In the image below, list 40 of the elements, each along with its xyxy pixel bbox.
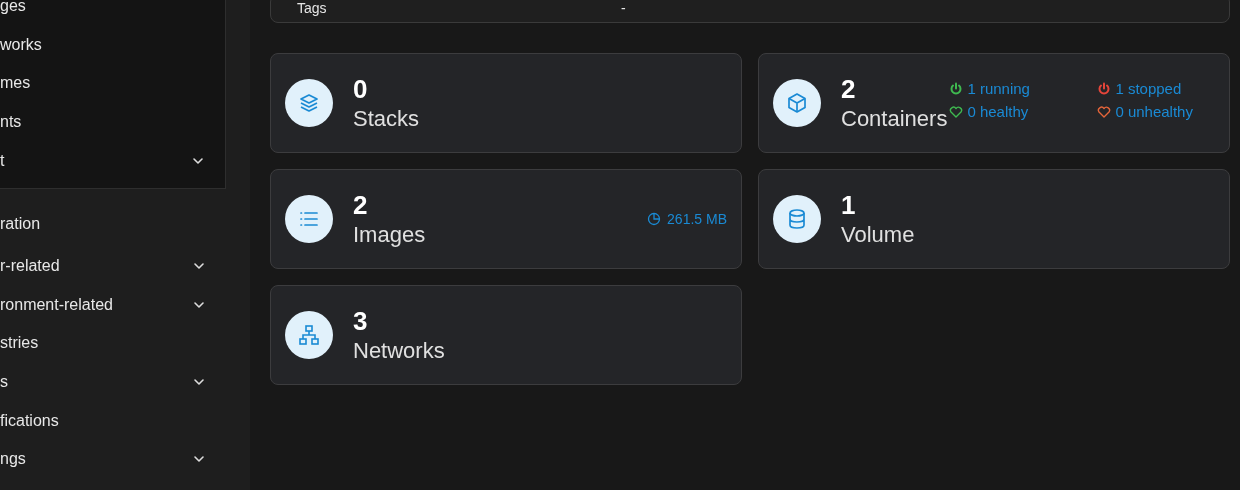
sidebar-item[interactable]: ngs [0,439,250,479]
resource-tile[interactable]: 3 Networks [270,285,742,385]
resource-tile[interactable]: 2 Containers 1 running 1 stopped 0 healthy 0 unhealthy [758,53,1230,153]
tile-label: Images [353,221,426,249]
sidebar-item[interactable]: r-related [0,246,250,286]
layers-icon [285,79,333,127]
database-icon [773,195,821,243]
sidebar-item[interactable]: fications [0,401,250,440]
sidebar-item[interactable]: stries [0,324,250,363]
tile-count: 0 [353,73,369,105]
sidebar-item[interactable]: s [0,362,250,402]
sidebar-item[interactable]: ges [0,0,225,26]
tile-label: Containers [841,105,948,133]
tile-count: 3 [353,305,369,337]
sidebar-item[interactable]: works [0,25,225,65]
tile-label: Networks [353,337,445,365]
tile-label: Volume [841,221,915,249]
sidebar-item[interactable]: mes [0,64,225,103]
disk-size: 261.5 MB [667,211,727,227]
sidebar-item[interactable]: nts [0,102,225,142]
sidebar-item[interactable]: t [0,141,225,180]
cube-icon [773,79,821,127]
status-count: 1 stopped [1115,80,1182,97]
sidebar-section-title: ration [0,213,42,234]
status-count: 0 unhealthy [1115,103,1193,120]
tile-label: Stacks [353,105,420,133]
tile-count: 2 [841,73,857,105]
resource-tile[interactable]: 1 Volume [758,169,1230,269]
pie-chart-icon [647,212,662,226]
sidebar-item[interactable]: ronment-related [0,285,250,325]
network-icon [285,311,333,359]
resource-tile[interactable]: 2 Images 261.5 MB [270,169,742,269]
resource-tile[interactable]: 0 Stacks [270,53,742,153]
status-count: 0 healthy [967,103,1029,120]
field-label: Tags [297,0,328,16]
status-count: 1 running [967,80,1030,97]
list-icon [285,195,333,243]
field-value: - [621,0,626,16]
tile-count: 1 [841,189,857,221]
tile-count: 2 [353,189,369,221]
